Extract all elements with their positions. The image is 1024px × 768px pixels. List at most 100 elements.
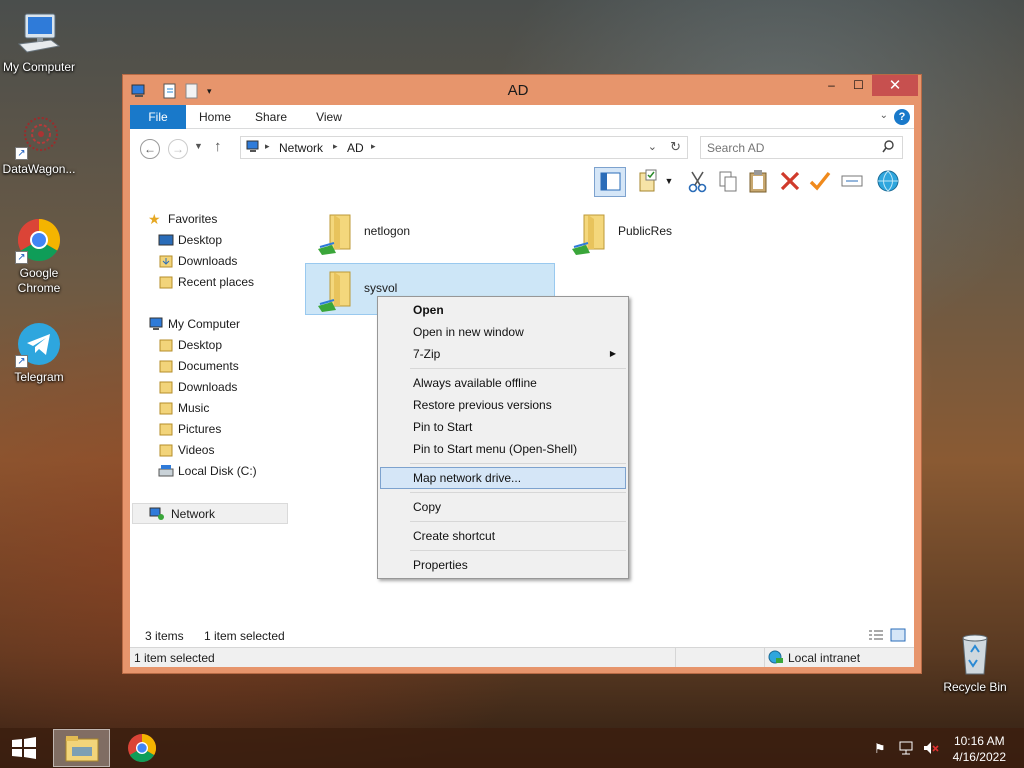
folder-name: sysvol xyxy=(364,281,398,295)
folder-item-netlogon[interactable]: netlogon xyxy=(306,207,556,259)
desktop-icon-recycle-bin[interactable]: Recycle Bin xyxy=(933,630,1017,695)
up-button[interactable]: ↑ xyxy=(214,138,222,155)
tab-share[interactable]: Share xyxy=(248,105,294,129)
ribbon-tab-bar: File Home Share View ⌄ ? xyxy=(130,105,914,129)
paste-icon[interactable] xyxy=(744,167,772,195)
clock-time: 10:16 AM xyxy=(953,734,1005,748)
folder-item-publicres[interactable]: PublicRes xyxy=(560,207,810,259)
rename-icon[interactable] xyxy=(838,167,866,195)
documents-folder-icon xyxy=(158,359,174,373)
help-button[interactable]: ? xyxy=(894,109,910,125)
details-view-icon[interactable] xyxy=(868,628,884,645)
menu-item-pin-to-start-menu[interactable]: Pin to Start menu (Open-Shell) xyxy=(380,438,626,460)
search-icon[interactable] xyxy=(882,140,894,157)
recent-places-icon xyxy=(158,275,174,289)
cut-icon[interactable] xyxy=(684,167,712,195)
menu-separator xyxy=(410,463,626,464)
address-row: ← → ▼ ↑ ▸ Network ▸ AD ▸ ⌄ ↻ xyxy=(130,130,914,164)
taskbar-chrome[interactable] xyxy=(126,732,160,764)
copy-icon[interactable] xyxy=(714,167,742,195)
action-center-flag-icon[interactable]: ⚑ xyxy=(874,741,886,757)
menu-item-open[interactable]: Open xyxy=(380,299,626,321)
network-globe-icon[interactable] xyxy=(874,167,902,195)
desktop-icon-my-computer[interactable]: My Computer xyxy=(0,10,81,75)
desktop-icon-telegram[interactable]: ↗ Telegram xyxy=(0,320,81,385)
menu-item-always-offline[interactable]: Always available offline xyxy=(380,372,626,394)
back-button[interactable]: ← xyxy=(140,139,160,159)
preview-pane-icon[interactable] xyxy=(594,167,626,197)
chrome-icon xyxy=(128,734,157,763)
menu-item-map-network-drive[interactable]: Map network drive... xyxy=(380,467,626,489)
desktop-icon-label: Recycle Bin xyxy=(943,680,1007,694)
taskbar: ⚑ 10:16 AM 4/16/2022 xyxy=(0,728,1024,768)
refresh-icon[interactable]: ↻ xyxy=(670,139,681,155)
menu-item-copy[interactable]: Copy xyxy=(380,496,626,518)
status-divider xyxy=(764,648,765,667)
folder-name: netlogon xyxy=(364,224,411,238)
menu-item-restore-versions[interactable]: Restore previous versions xyxy=(380,394,626,416)
breadcrumb-ad[interactable]: AD xyxy=(347,141,364,155)
close-button[interactable]: ✕ xyxy=(872,75,918,96)
downloads-folder-icon xyxy=(158,254,174,268)
item-count: 3 items xyxy=(145,629,184,643)
breadcrumb-separator-icon: ▸ xyxy=(265,141,270,151)
nav-network[interactable]: Network xyxy=(132,503,288,524)
star-icon: ★ xyxy=(148,211,161,227)
shortcut-arrow-icon: ↗ xyxy=(15,251,28,264)
desktop-icon-google-chrome[interactable]: ↗ Google Chrome xyxy=(0,216,81,296)
large-icons-view-icon[interactable] xyxy=(890,628,906,645)
start-button[interactable] xyxy=(8,734,40,762)
drive-icon xyxy=(158,464,174,478)
telegram-icon: ↗ xyxy=(15,320,63,368)
delete-icon[interactable] xyxy=(776,167,804,195)
videos-folder-icon xyxy=(158,443,174,457)
forward-button[interactable]: → xyxy=(168,139,188,159)
pictures-folder-icon xyxy=(158,422,174,436)
menu-item-7zip[interactable]: 7-Zip ▶ xyxy=(380,343,626,365)
submenu-arrow-icon: ▶ xyxy=(609,349,616,358)
toolbar-dropdown-icon[interactable]: ▼ xyxy=(662,167,676,195)
address-bar[interactable]: ▸ Network ▸ AD ▸ ⌄ ↻ xyxy=(240,136,688,159)
maximize-button[interactable]: ☐ xyxy=(845,75,872,96)
security-zone: Local intranet xyxy=(788,651,861,665)
title-bar[interactable]: ▾ AD – ☐ ✕ xyxy=(123,75,921,105)
breadcrumb-network[interactable]: Network xyxy=(279,141,323,155)
address-history-dropdown-icon[interactable]: ⌄ xyxy=(648,140,657,153)
menu-item-create-shortcut[interactable]: Create shortcut xyxy=(380,525,626,547)
bottom-status-bar: 1 item selected Local intranet xyxy=(130,647,914,667)
properties-icon[interactable] xyxy=(634,167,662,195)
item-status-bar: 3 items 1 item selected xyxy=(130,625,914,647)
menu-separator xyxy=(410,368,626,369)
tab-file[interactable]: File xyxy=(130,105,186,129)
taskbar-file-explorer[interactable] xyxy=(53,729,110,767)
menu-item-properties[interactable]: Properties xyxy=(380,554,626,576)
recycle-bin-icon xyxy=(951,630,999,678)
clock-date: 4/16/2022 xyxy=(952,750,1006,764)
checkmark-icon[interactable] xyxy=(806,167,834,195)
downloads-folder-icon xyxy=(158,380,174,394)
menu-item-open-new-window[interactable]: Open in new window xyxy=(380,321,626,343)
tab-view[interactable]: View xyxy=(306,105,352,129)
breadcrumb-separator-icon: ▸ xyxy=(371,141,376,151)
tab-home[interactable]: Home xyxy=(192,105,238,129)
folder-name: PublicRes xyxy=(618,224,673,238)
search-box[interactable] xyxy=(700,136,903,159)
volume-muted-icon[interactable] xyxy=(922,740,940,759)
computer-icon xyxy=(148,317,164,331)
recent-locations-icon[interactable]: ▼ xyxy=(194,141,203,151)
desktop-icon-label: Google Chrome xyxy=(17,266,61,295)
search-input[interactable] xyxy=(707,141,877,155)
datawagon-icon: ↗ xyxy=(15,112,63,160)
expand-ribbon-icon[interactable]: ⌄ xyxy=(880,110,888,121)
bottom-selected-count: 1 item selected xyxy=(134,651,215,665)
network-share-folder-icon xyxy=(314,209,362,257)
menu-item-pin-to-start[interactable]: Pin to Start xyxy=(380,416,626,438)
desktop-icon-label: DataWagon... xyxy=(2,162,76,176)
minimize-button[interactable]: – xyxy=(818,75,845,96)
desktop-icon xyxy=(158,233,174,247)
system-clock[interactable]: 10:16 AM 4/16/2022 xyxy=(953,733,1006,765)
network-tray-icon[interactable] xyxy=(898,740,914,759)
status-divider xyxy=(675,648,676,667)
menu-separator xyxy=(410,492,626,493)
desktop-icon-datawagon[interactable]: ↗ DataWagon... xyxy=(0,112,81,177)
